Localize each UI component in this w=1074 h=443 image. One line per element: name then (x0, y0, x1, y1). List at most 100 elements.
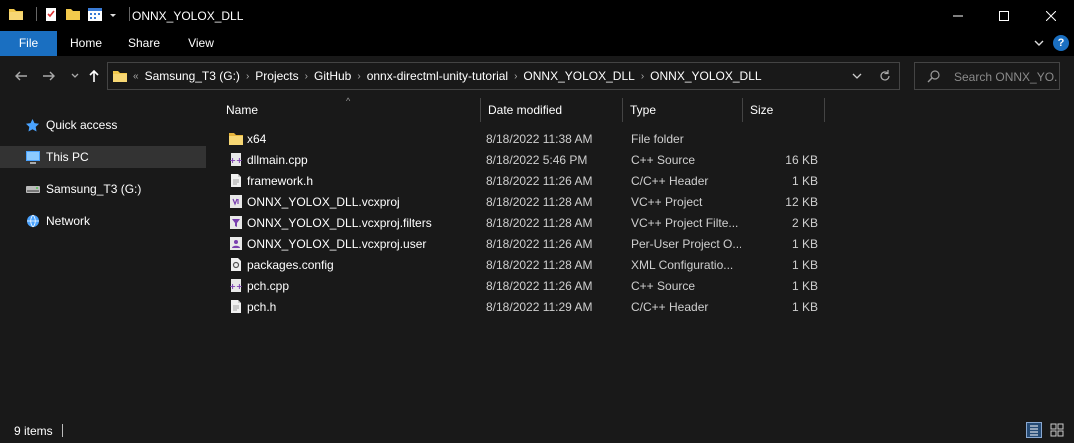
tab-home[interactable]: Home (57, 31, 115, 56)
cpp-file-icon: ++ (228, 152, 244, 167)
file-size: 16 KB (785, 153, 818, 167)
quick-access-toolbar (8, 6, 136, 22)
navigation-pane: Quick access This PC Samsung_T3 (G:) Net… (0, 96, 206, 418)
file-date: 8/18/2022 11:26 AM (486, 279, 593, 293)
maximize-icon (999, 10, 1009, 21)
back-button[interactable] (10, 65, 32, 87)
sidebar-item-label: Network (46, 214, 91, 228)
drive-icon (25, 182, 41, 197)
minimize-button[interactable] (935, 0, 981, 31)
arrow-up-icon (86, 68, 102, 84)
tab-file[interactable]: File (0, 31, 57, 56)
svg-text:++: ++ (229, 282, 242, 291)
folder-icon (112, 68, 128, 84)
forward-button[interactable] (38, 65, 60, 87)
close-icon (1046, 10, 1056, 21)
column-header-date-modified[interactable]: Date modified (480, 98, 622, 122)
address-bar[interactable]: « Samsung_T3 (G:) › Projects › GitHub › … (107, 62, 900, 90)
table-row[interactable]: pch.h 8/18/2022 11:29 AM C/C++ Header 1 … (218, 296, 824, 317)
file-name: pch.cpp (247, 279, 290, 293)
file-date: 8/18/2022 11:28 AM (486, 195, 593, 209)
table-row[interactable]: ONNX_YOLOX_DLL.vcxproj 8/18/2022 11:28 A… (218, 191, 824, 212)
up-button[interactable] (83, 65, 105, 87)
cpp-file-icon: ++ (228, 278, 244, 293)
sidebar-item-samsung-drive[interactable]: Samsung_T3 (G:) (0, 178, 206, 200)
sidebar-item-label: Samsung_T3 (G:) (46, 182, 142, 196)
file-type: Per-User Project O... (631, 237, 741, 251)
large-icons-view-button[interactable] (1049, 422, 1065, 438)
file-name: ONNX_YOLOX_DLL.vcxproj.filters (247, 216, 432, 230)
arrow-left-icon (13, 68, 29, 84)
file-size: 1 KB (791, 174, 818, 188)
breadcrumb-item[interactable]: onnx-directml-unity-tutorial (362, 69, 513, 83)
chevron-down-icon[interactable] (109, 6, 117, 22)
breadcrumb-item[interactable]: Samsung_T3 (G:) (140, 69, 245, 83)
file-size: 1 KB (791, 279, 818, 293)
network-icon (25, 214, 41, 229)
tab-share[interactable]: Share (115, 31, 173, 56)
file-name: ONNX_YOLOX_DLL.vcxproj (247, 195, 400, 209)
table-row[interactable]: ++ dllmain.cpp 8/18/2022 5:46 PM C++ Sou… (218, 149, 824, 170)
table-row[interactable]: ONNX_YOLOX_DLL.vcxproj.filters 8/18/2022… (218, 212, 824, 233)
chevron-down-icon (70, 71, 80, 81)
file-name: x64 (247, 132, 267, 146)
vcxproj-file-icon (228, 194, 244, 209)
column-divider[interactable] (824, 98, 825, 122)
breadcrumb-item[interactable]: ONNX_YOLOX_DLL (645, 69, 766, 83)
header-file-icon (228, 173, 244, 188)
column-divider[interactable] (622, 98, 623, 122)
file-name: framework.h (247, 174, 314, 188)
minimize-icon (953, 11, 963, 21)
file-date: 8/18/2022 5:46 PM (486, 153, 588, 167)
column-divider[interactable] (480, 98, 481, 122)
file-type: C++ Source (631, 153, 696, 167)
close-button[interactable] (1028, 0, 1074, 31)
details-view-button[interactable] (1026, 422, 1042, 438)
table-row[interactable]: framework.h 8/18/2022 11:26 AM C/C++ Hea… (218, 170, 824, 191)
search-input[interactable]: Search ONNX_YO... (954, 70, 1058, 84)
sidebar-item-quick-access[interactable]: Quick access (0, 114, 206, 136)
table-row[interactable]: packages.config 8/18/2022 11:28 AM XML C… (218, 254, 824, 275)
column-header-name[interactable]: Name (218, 98, 480, 122)
tab-view[interactable]: View (173, 31, 229, 56)
maximize-button[interactable] (981, 0, 1027, 31)
navigation-bar: « Samsung_T3 (G:) › Projects › GitHub › … (0, 56, 1074, 96)
sidebar-item-this-pc[interactable]: This PC (0, 146, 206, 168)
table-row[interactable]: ONNX_YOLOX_DLL.vcxproj.user 8/18/2022 11… (218, 233, 824, 254)
sidebar-item-network[interactable]: Network (0, 210, 206, 232)
breadcrumb-item[interactable]: Projects (250, 69, 303, 83)
help-icon[interactable]: ? (1053, 35, 1069, 51)
refresh-icon[interactable] (878, 69, 892, 83)
column-header-type[interactable]: Type (622, 98, 742, 122)
properties-icon[interactable] (43, 6, 59, 22)
chevron-down-icon[interactable] (850, 69, 864, 83)
search-box[interactable]: Search ONNX_YO... (914, 62, 1060, 90)
table-row[interactable]: x64 8/18/2022 11:38 AM File folder (218, 128, 824, 149)
file-type: File folder (631, 132, 684, 146)
file-size: 1 KB (791, 237, 818, 251)
large-icons-view-icon (1049, 422, 1065, 438)
folder-icon (228, 131, 244, 146)
chevron-down-icon[interactable] (1032, 35, 1046, 51)
user-file-icon (228, 236, 244, 251)
table-row[interactable]: ++ pch.cpp 8/18/2022 11:26 AM C++ Source… (218, 275, 824, 296)
column-header-size[interactable]: Size (742, 98, 824, 122)
file-size: 2 KB (791, 216, 818, 230)
file-name: ONNX_YOLOX_DLL.vcxproj.user (247, 237, 427, 251)
item-count: 9 items (14, 424, 53, 438)
window-title: ONNX_YOLOX_DLL (132, 9, 244, 23)
file-size: 12 KB (785, 195, 818, 209)
toolbar-separator (129, 7, 130, 21)
new-folder-icon[interactable] (65, 6, 81, 22)
breadcrumb-item[interactable]: ONNX_YOLOX_DLL (518, 69, 639, 83)
breadcrumb-overflow[interactable]: « (132, 71, 140, 82)
computer-icon (25, 150, 41, 165)
file-size: 1 KB (791, 300, 818, 314)
file-date: 8/18/2022 11:29 AM (486, 300, 593, 314)
file-name: packages.config (247, 258, 334, 272)
column-divider[interactable] (742, 98, 743, 122)
calendar-icon[interactable] (87, 6, 103, 22)
breadcrumb-item[interactable]: GitHub (309, 69, 356, 83)
arrow-right-icon (41, 68, 57, 84)
file-size: 1 KB (791, 258, 818, 272)
